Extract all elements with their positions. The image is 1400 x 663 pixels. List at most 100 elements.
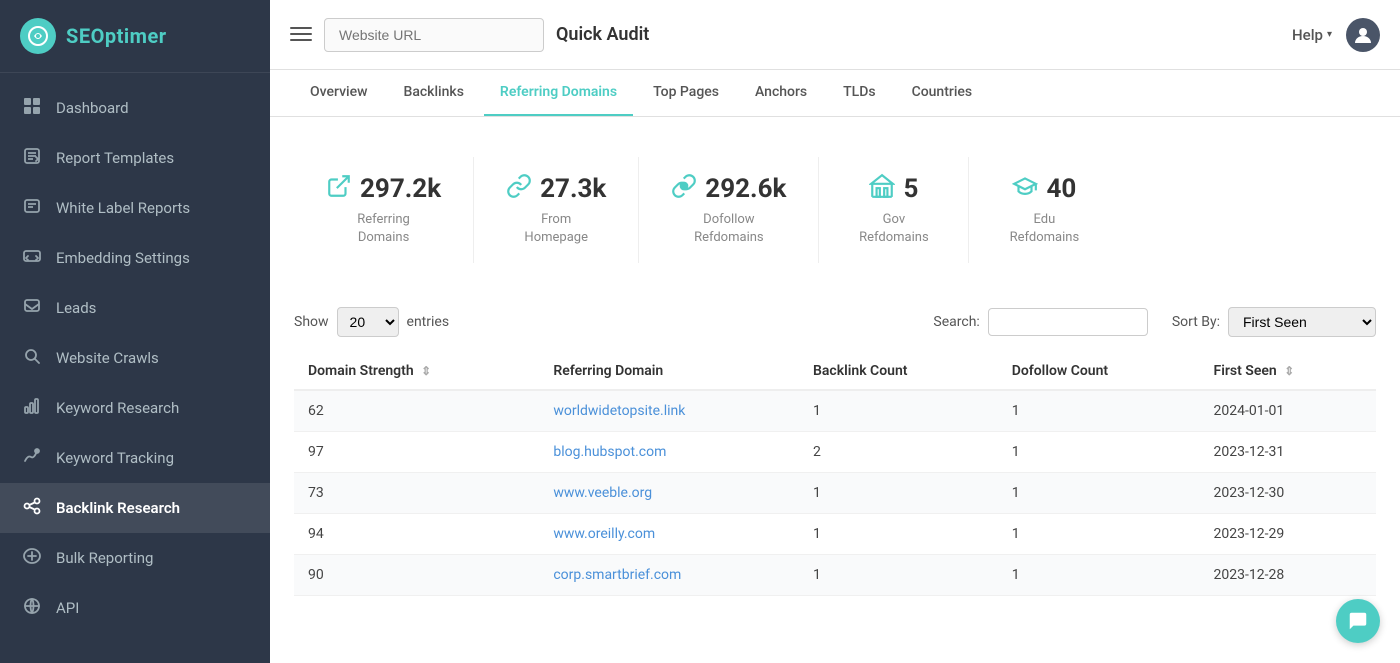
cell-first-seen: 2024-01-01	[1200, 390, 1376, 432]
referring-domains-label: ReferringDomains	[357, 211, 410, 247]
dashboard-icon	[22, 97, 42, 119]
cell-first-seen: 2023-12-31	[1200, 432, 1376, 473]
sidebar-item-report-templates[interactable]: Report Templates	[0, 133, 270, 183]
stat-gov: 5 GovRefdomains	[819, 157, 969, 263]
chat-button[interactable]	[1336, 599, 1380, 643]
cell-first-seen: 2023-12-30	[1200, 473, 1376, 514]
cell-strength: 94	[294, 514, 539, 555]
from-homepage-value: 27.3k	[540, 174, 606, 204]
sidebar-item-embedding[interactable]: Embedding Settings	[0, 233, 270, 283]
sort-arrow-first-seen-icon: ⇕	[1284, 364, 1294, 378]
cell-domain[interactable]: blog.hubspot.com	[539, 432, 799, 473]
tab-tlds[interactable]: TLDs	[827, 70, 891, 116]
sidebar-item-keyword-research[interactable]: Keyword Research	[0, 383, 270, 433]
sidebar-item-website-crawls[interactable]: Website Crawls	[0, 333, 270, 383]
stat-dofollow: 292.6k DofollowRefdomains	[639, 157, 819, 263]
bulk-reporting-icon	[22, 547, 42, 569]
cell-first-seen: 2023-12-28	[1200, 555, 1376, 596]
stat-from-homepage: 27.3k FromHomepage	[474, 157, 639, 263]
cell-backlinks: 1	[799, 473, 998, 514]
edu-label: EduRefdomains	[1010, 211, 1080, 247]
sidebar-item-label: Dashboard	[56, 99, 129, 117]
cell-backlinks: 1	[799, 390, 998, 432]
gov-value: 5	[903, 174, 918, 204]
cell-strength: 62	[294, 390, 539, 432]
tab-backlinks[interactable]: Backlinks	[387, 70, 479, 116]
domain-link[interactable]: worldwidetopsite.link	[553, 403, 685, 419]
entries-select[interactable]: 10 20 50 100	[337, 307, 399, 337]
cell-domain[interactable]: worldwidetopsite.link	[539, 390, 799, 432]
keyword-tracking-icon	[22, 447, 42, 469]
website-crawls-icon	[22, 347, 42, 369]
tabs-bar: Overview Backlinks Referring Domains Top…	[270, 70, 1400, 117]
col-header-first-seen[interactable]: First Seen ⇕	[1200, 353, 1376, 390]
user-avatar[interactable]	[1346, 18, 1380, 52]
cell-dofollow: 1	[998, 432, 1200, 473]
dofollow-label: DofollowRefdomains	[694, 211, 764, 247]
help-chevron-icon: ▾	[1327, 29, 1332, 40]
url-input[interactable]	[324, 18, 544, 52]
cell-strength: 90	[294, 555, 539, 596]
quick-audit-label: Quick Audit	[556, 24, 649, 45]
stat-edu: 40 EduRefdomains	[969, 157, 1119, 263]
sort-arrow-icon: ⇕	[421, 364, 431, 378]
sidebar-item-leads[interactable]: Leads	[0, 283, 270, 333]
cell-first-seen: 2023-12-29	[1200, 514, 1376, 555]
cell-dofollow: 1	[998, 555, 1200, 596]
api-icon	[22, 597, 42, 619]
tab-referring-domains[interactable]: Referring Domains	[484, 70, 633, 116]
referring-domains-table: Domain Strength ⇕ Referring Domain Backl…	[294, 353, 1376, 596]
col-header-dofollow-count: Dofollow Count	[998, 353, 1200, 390]
sidebar-item-backlink-research[interactable]: Backlink Research	[0, 483, 270, 533]
cell-dofollow: 1	[998, 390, 1200, 432]
gov-label: GovRefdomains	[859, 211, 929, 247]
sort-label: Sort By:	[1172, 314, 1220, 330]
show-label: Show	[294, 314, 329, 330]
cell-backlinks: 1	[799, 514, 998, 555]
cell-domain[interactable]: www.veeble.org	[539, 473, 799, 514]
backlink-research-icon	[22, 497, 42, 519]
white-label-icon	[22, 197, 42, 219]
cell-strength: 97	[294, 432, 539, 473]
sort-select[interactable]: First Seen Domain Strength Backlink Coun…	[1228, 307, 1376, 337]
sidebar: SEOptimer Dashboard	[0, 0, 270, 663]
tab-countries[interactable]: Countries	[896, 70, 989, 116]
search-label: Search:	[933, 314, 979, 330]
topbar: Quick Audit Help ▾	[270, 0, 1400, 70]
sidebar-item-label: Website Crawls	[56, 349, 159, 367]
from-homepage-icon	[506, 173, 532, 205]
domain-link[interactable]: corp.smartbrief.com	[553, 567, 681, 583]
from-homepage-label: FromHomepage	[524, 211, 588, 247]
help-button[interactable]: Help ▾	[1292, 26, 1332, 44]
cell-strength: 73	[294, 473, 539, 514]
stat-referring-domains: 297.2k ReferringDomains	[294, 157, 474, 263]
leads-icon	[22, 297, 42, 319]
stats-row: 297.2k ReferringDomains 27.3k FromHomepa…	[294, 141, 1376, 279]
domain-link[interactable]: www.veeble.org	[553, 485, 652, 501]
tab-top-pages[interactable]: Top Pages	[637, 70, 735, 116]
cell-domain[interactable]: corp.smartbrief.com	[539, 555, 799, 596]
cell-domain[interactable]: www.oreilly.com	[539, 514, 799, 555]
tab-anchors[interactable]: Anchors	[739, 70, 823, 116]
col-header-domain-strength[interactable]: Domain Strength ⇕	[294, 353, 539, 390]
sidebar-item-white-label[interactable]: White Label Reports	[0, 183, 270, 233]
table-row: 62 worldwidetopsite.link 1 1 2024-01-01	[294, 390, 1376, 432]
sidebar-item-label: White Label Reports	[56, 199, 190, 217]
tab-overview[interactable]: Overview	[294, 70, 383, 116]
referring-domains-value: 297.2k	[360, 174, 441, 204]
sidebar-item-dashboard[interactable]: Dashboard	[0, 83, 270, 133]
main-content: Quick Audit Help ▾ Overview Backlinks Re…	[270, 0, 1400, 663]
sidebar-item-keyword-tracking[interactable]: Keyword Tracking	[0, 433, 270, 483]
sidebar-item-bulk-reporting[interactable]: Bulk Reporting	[0, 533, 270, 583]
menu-icon[interactable]	[290, 23, 312, 47]
domain-link[interactable]: www.oreilly.com	[553, 526, 655, 542]
table-row: 90 corp.smartbrief.com 1 1 2023-12-28	[294, 555, 1376, 596]
search-input[interactable]	[988, 308, 1148, 336]
brand-logo[interactable]: SEOptimer	[0, 0, 270, 73]
sidebar-item-label: Leads	[56, 299, 96, 317]
keyword-research-icon	[22, 397, 42, 419]
sidebar-item-api[interactable]: API	[0, 583, 270, 633]
sidebar-item-label: Embedding Settings	[56, 249, 190, 267]
domain-link[interactable]: blog.hubspot.com	[553, 444, 666, 460]
logo-icon	[20, 18, 56, 54]
